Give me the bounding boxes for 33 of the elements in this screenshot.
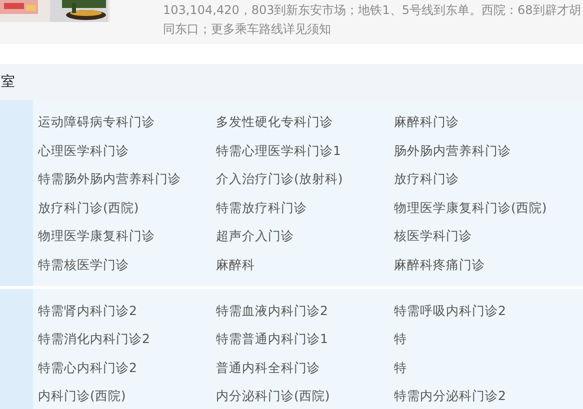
clinic-link[interactable]: 特需普通内科门诊1: [216, 325, 394, 354]
clinic-link[interactable]: 放疗科门诊: [394, 165, 583, 194]
clinic-link[interactable]: 特: [394, 354, 583, 382]
clinic-link[interactable]: 肠外肠内营养科门诊: [394, 136, 583, 166]
clinic-link[interactable]: 麻醉科: [216, 250, 394, 280]
clinic-link[interactable]: 特需心内科门诊2: [38, 354, 216, 382]
section-title: 室: [1, 73, 15, 91]
clinic-link[interactable]: 特需血液内科门诊2: [216, 296, 394, 326]
clinic-link[interactable]: 特需肠外肠内营养科门诊: [38, 165, 216, 194]
clinic-link[interactable]: 特需核医学门诊: [38, 250, 216, 280]
address-text: 同东口；更多乘车路线详见须知: [163, 21, 332, 37]
clinic-link[interactable]: 心理医学科门诊: [38, 136, 216, 166]
clinic-link[interactable]: 麻醉科门诊: [394, 108, 583, 137]
clinic-link[interactable]: 特需内分泌科门诊2: [394, 382, 583, 409]
clinic-link[interactable]: 特需肾内科门诊2: [38, 296, 216, 326]
clinic-link[interactable]: 物理医学康复科门诊(西院): [394, 194, 583, 222]
clinic-link[interactable]: 麻醉科疼痛门诊: [394, 250, 583, 280]
clinic-link[interactable]: 运动障碍病专科门诊: [38, 108, 216, 137]
clinic-link[interactable]: 特需呼吸内科门诊2: [394, 296, 583, 326]
address-text: 103,104,420，803到新东安市场；地铁1、5号线到东单。西院：68到辟才胡: [163, 2, 581, 18]
clinic-link[interactable]: 特需放疗科门诊: [216, 194, 394, 222]
clinic-link[interactable]: 核医学科门诊: [394, 222, 583, 251]
clinic-link[interactable]: 特: [394, 325, 583, 354]
clinic-link[interactable]: 内科门诊(西院): [38, 382, 216, 409]
clinic-link[interactable]: 放疗科门诊(西院): [38, 194, 216, 222]
clinic-link[interactable]: 介入治疗门诊(放射科): [216, 165, 394, 194]
clinic-link[interactable]: 普通内科全科门诊: [216, 354, 394, 382]
clinic-link[interactable]: 特需心理医学科门诊1: [216, 136, 394, 166]
clinic-link[interactable]: 特需消化内科门诊2: [38, 325, 216, 354]
clinic-link[interactable]: 内分泌科门诊(西院): [216, 382, 394, 409]
clinic-link[interactable]: 物理医学康复科门诊: [38, 222, 216, 251]
clinic-link[interactable]: 超声介入门诊: [216, 222, 394, 251]
clinic-link[interactable]: 多发性硬化专科门诊: [216, 108, 394, 137]
